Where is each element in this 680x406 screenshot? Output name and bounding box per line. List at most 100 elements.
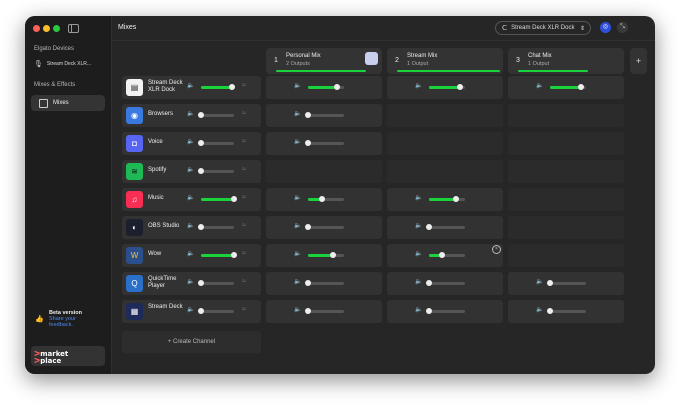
mix-cell-volume-slider[interactable] bbox=[308, 252, 344, 258]
collapse-icon[interactable]: ⤡ bbox=[617, 22, 628, 33]
mix-cell-volume-knob[interactable] bbox=[319, 196, 326, 202]
mix-cell-speaker-icon[interactable]: 🔈 bbox=[415, 306, 422, 313]
mix-cell-speaker-icon[interactable]: 🔈 bbox=[536, 278, 543, 285]
sidebar-toggle-icon[interactable] bbox=[68, 24, 79, 33]
channel-speaker-icon[interactable]: 🔈 bbox=[187, 222, 194, 229]
channel-volume-slider[interactable] bbox=[201, 196, 237, 202]
mix-cell-volume-knob[interactable] bbox=[305, 308, 311, 314]
mix-cell-volume-slider[interactable] bbox=[426, 308, 465, 314]
mixes-section-title: Mixes & Effects bbox=[34, 82, 76, 88]
mix-cell-speaker-icon[interactable]: 🔈 bbox=[536, 306, 543, 313]
mix-cell-speaker-icon[interactable]: 🔈 bbox=[415, 194, 422, 201]
channel-volume-slider[interactable] bbox=[201, 84, 236, 90]
mix-header-2[interactable]: 2 Stream Mix 1 Output bbox=[387, 48, 503, 74]
channel-speaker-icon[interactable]: 🔈 bbox=[187, 110, 194, 117]
channel-speaker-icon[interactable]: 🔈 bbox=[187, 194, 194, 201]
channel-volume-slider[interactable] bbox=[201, 252, 237, 258]
feedback-link-2[interactable]: feedback. bbox=[49, 322, 107, 328]
mix-cell-speaker-icon[interactable]: 🔈 bbox=[415, 82, 422, 89]
channel-waveform-icon: ≈ bbox=[242, 306, 246, 313]
elgato-account-icon[interactable]: ◎ bbox=[600, 22, 611, 33]
mix-cell-speaker-icon[interactable]: 🔈 bbox=[415, 278, 422, 285]
mix-cell-volume-knob[interactable] bbox=[305, 224, 311, 230]
mix-cell-volume-knob[interactable] bbox=[426, 280, 432, 286]
remove-icon[interactable]: × bbox=[492, 245, 501, 254]
mix-cell-speaker-icon[interactable]: 🔈 bbox=[294, 306, 301, 313]
mix-cell-speaker-icon[interactable]: 🔈 bbox=[294, 138, 301, 145]
app-window: Elgato Devices 🎙 Stream Deck XLR... Mixe… bbox=[25, 16, 655, 374]
mix-cell-volume-slider[interactable] bbox=[426, 280, 465, 286]
marketplace-logo[interactable]: ᐳmarket ᐳplace bbox=[31, 346, 105, 366]
mix-cell-speaker-icon[interactable]: 🔈 bbox=[294, 222, 301, 229]
sidebar-item-device[interactable]: 🎙 Stream Deck XLR... bbox=[34, 60, 91, 68]
channel-volume-slider[interactable] bbox=[198, 308, 234, 314]
channel-volume-knob[interactable] bbox=[198, 168, 204, 174]
mix-cell-volume-slider[interactable] bbox=[550, 84, 586, 90]
mix-cell-volume-knob[interactable] bbox=[330, 252, 337, 258]
mix-cell-volume-slider[interactable] bbox=[429, 252, 465, 258]
channel-volume-slider[interactable] bbox=[198, 280, 234, 286]
mix-cell-volume-knob[interactable] bbox=[333, 84, 340, 90]
mix-cell-volume-slider[interactable] bbox=[305, 280, 344, 286]
device-selector[interactable]: ᑕ Stream Deck XLR Dock ⇕ bbox=[495, 21, 591, 35]
mix-cell-volume-slider[interactable] bbox=[426, 224, 465, 230]
channel-speaker-icon[interactable]: 🔈 bbox=[187, 166, 194, 173]
mix-cell-speaker-icon[interactable]: 🔈 bbox=[294, 110, 301, 117]
channel-volume-slider[interactable] bbox=[198, 140, 234, 146]
mix-cell-volume-slider[interactable] bbox=[308, 84, 344, 90]
mix-header-3[interactable]: 3 Chat Mix 1 Output bbox=[508, 48, 624, 74]
zoom-window-button[interactable] bbox=[53, 25, 60, 32]
mix-cell-speaker-icon[interactable]: 🔈 bbox=[536, 82, 543, 89]
mix-cell-volume-knob[interactable] bbox=[438, 252, 445, 258]
mix-cell-volume-slider[interactable] bbox=[429, 196, 465, 202]
mix-cell-volume-slider[interactable] bbox=[429, 84, 465, 90]
mix-cell-volume-knob[interactable] bbox=[453, 196, 459, 202]
close-window-button[interactable] bbox=[33, 25, 40, 32]
mix-cell-volume-slider[interactable] bbox=[305, 224, 344, 230]
channel-volume-slider[interactable] bbox=[198, 224, 234, 230]
mix-cell-volume-slider[interactable] bbox=[305, 140, 344, 146]
mix-cell-volume-knob[interactable] bbox=[547, 308, 553, 314]
channel-volume-knob[interactable] bbox=[198, 280, 204, 286]
mix-cell-speaker-icon[interactable]: 🔈 bbox=[294, 194, 301, 201]
mix-cell-volume-knob[interactable] bbox=[426, 308, 432, 314]
channel-volume-knob[interactable] bbox=[231, 252, 237, 258]
mix-cell-speaker-icon[interactable]: 🔈 bbox=[294, 82, 301, 89]
mix-cell bbox=[508, 160, 624, 183]
channel-speaker-icon[interactable]: 🔈 bbox=[187, 306, 194, 313]
mix-cell-volume-knob[interactable] bbox=[305, 112, 311, 118]
mix-cell-volume-knob[interactable] bbox=[547, 280, 553, 286]
mix-cell-volume-slider[interactable] bbox=[547, 308, 586, 314]
channel-volume-knob[interactable] bbox=[231, 196, 237, 202]
channel-volume-knob[interactable] bbox=[198, 112, 204, 118]
mix-cell-volume-knob[interactable] bbox=[456, 84, 463, 90]
channel-volume-slider[interactable] bbox=[198, 168, 234, 174]
mix-cell-speaker-icon[interactable]: 🔈 bbox=[415, 222, 422, 229]
channel-volume-knob[interactable] bbox=[198, 140, 204, 146]
mix-header-1[interactable]: 1 Personal Mix 2 Outputs bbox=[266, 48, 382, 74]
listen-ear-icon[interactable] bbox=[365, 52, 378, 65]
mix-cell-volume-knob[interactable] bbox=[305, 280, 311, 286]
channel-speaker-icon[interactable]: 🔈 bbox=[187, 278, 194, 285]
mix-cell-volume-slider[interactable] bbox=[308, 196, 344, 202]
mix-cell-speaker-icon[interactable]: 🔈 bbox=[294, 278, 301, 285]
add-mix-button[interactable]: + bbox=[630, 48, 647, 74]
minimize-window-button[interactable] bbox=[43, 25, 50, 32]
mix-cell-volume-slider[interactable] bbox=[305, 308, 344, 314]
channel-speaker-icon[interactable]: 🔈 bbox=[187, 82, 194, 89]
channel-volume-knob[interactable] bbox=[229, 84, 236, 90]
mix-cell-speaker-icon[interactable]: 🔈 bbox=[294, 250, 301, 257]
channel-volume-knob[interactable] bbox=[198, 308, 204, 314]
channel-volume-knob[interactable] bbox=[198, 224, 204, 230]
sidebar-item-mixes[interactable]: Mixes bbox=[31, 95, 105, 111]
mix-cell-volume-knob[interactable] bbox=[426, 224, 432, 230]
channel-speaker-icon[interactable]: 🔈 bbox=[187, 250, 194, 257]
create-channel-button[interactable]: + Create Channel bbox=[122, 331, 261, 353]
mix-cell-volume-knob[interactable] bbox=[305, 140, 311, 146]
mix-cell-volume-knob[interactable] bbox=[577, 84, 584, 90]
channel-speaker-icon[interactable]: 🔈 bbox=[187, 138, 194, 145]
mix-cell-speaker-icon[interactable]: 🔈 bbox=[415, 250, 422, 257]
mix-cell-volume-slider[interactable] bbox=[547, 280, 586, 286]
mix-cell-volume-slider[interactable] bbox=[305, 112, 344, 118]
channel-volume-slider[interactable] bbox=[198, 112, 234, 118]
